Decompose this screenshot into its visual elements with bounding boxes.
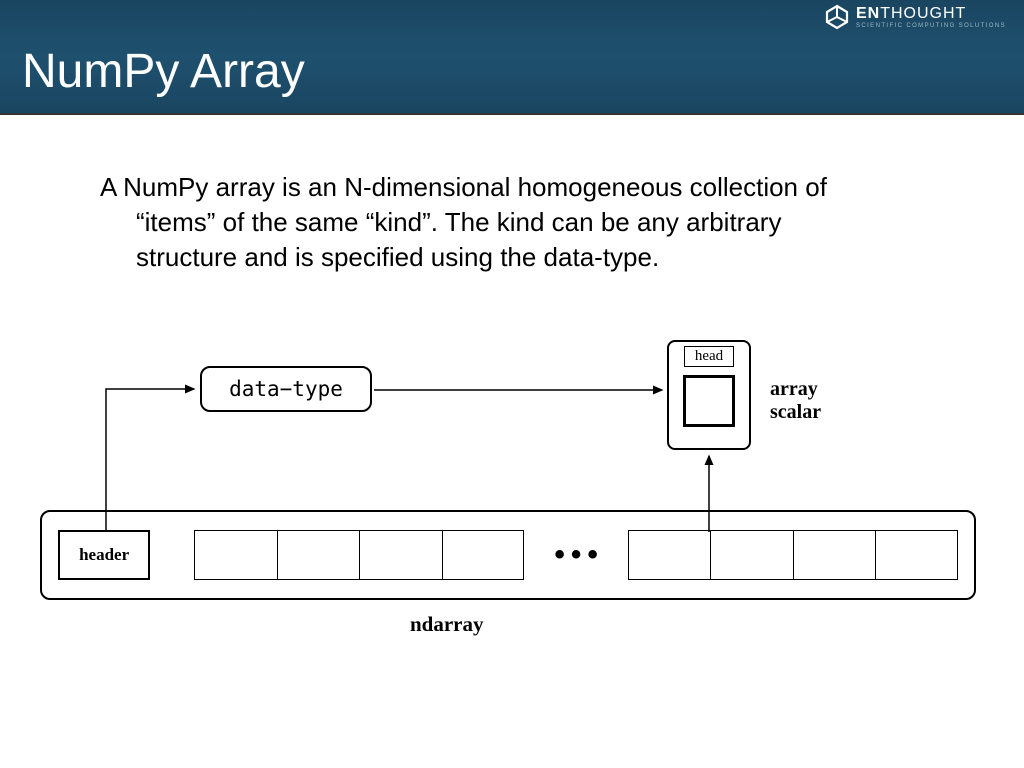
ellipsis-dots: ••• xyxy=(554,538,604,572)
slide-title: NumPy Array xyxy=(22,44,305,99)
ndarray-label: ndarray xyxy=(410,612,484,637)
array-cell xyxy=(793,530,876,580)
header-cell: header xyxy=(58,530,150,580)
hexagon-icon xyxy=(824,4,850,30)
array-cell xyxy=(628,530,711,580)
arrow-dtype-to-scalar xyxy=(374,386,674,396)
ndarray-diagram: data−type head array scalar header ••• n… xyxy=(40,340,980,700)
array-scalar-box: head xyxy=(667,340,751,450)
logo-brand-text: ENTHOUGHT xyxy=(856,6,1006,22)
arrow-cell-to-scalar xyxy=(703,450,717,534)
data-type-box: data−type xyxy=(200,366,372,412)
array-cell xyxy=(277,530,360,580)
slide-body-paragraph: A NumPy array is an N-dimensional homoge… xyxy=(100,170,864,275)
array-cell xyxy=(442,530,525,580)
logo-tagline: SCIENTIFIC COMPUTING SOLUTIONS xyxy=(856,23,1006,29)
slide-title-bar: NumPy Array ENTHOUGHT SCIENTIFIC COMPUTI… xyxy=(0,0,1024,115)
scalar-head-label: head xyxy=(684,346,734,367)
array-cell xyxy=(359,530,442,580)
array-scalar-label: array scalar xyxy=(770,378,821,424)
array-cell xyxy=(194,530,277,580)
array-cell xyxy=(875,530,958,580)
array-cell xyxy=(710,530,793,580)
enthought-logo: ENTHOUGHT SCIENTIFIC COMPUTING SOLUTIONS xyxy=(824,4,1006,30)
arrow-header-to-dtype xyxy=(100,386,210,536)
scalar-square xyxy=(683,375,735,427)
